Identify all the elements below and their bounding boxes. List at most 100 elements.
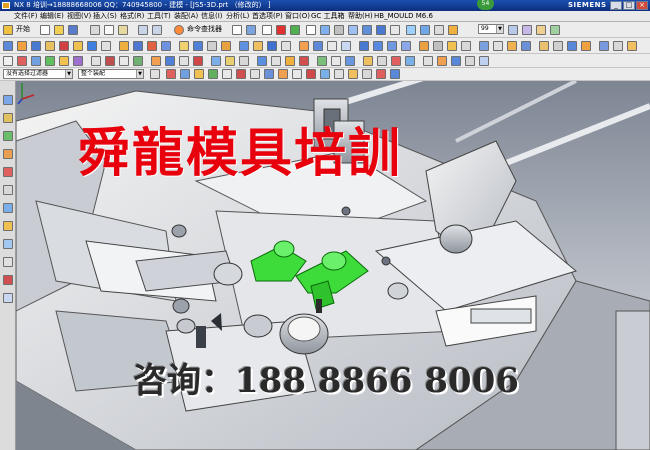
layer-settings-icon[interactable] — [437, 56, 447, 66]
maximize-button[interactable]: □ — [623, 1, 635, 10]
roles-icon[interactable] — [3, 275, 13, 285]
line-icon[interactable] — [17, 56, 27, 66]
block-icon[interactable] — [359, 41, 369, 51]
system-materials-icon[interactable] — [3, 221, 13, 231]
save-icon[interactable] — [68, 25, 78, 35]
system-scenes-icon[interactable] — [3, 293, 13, 303]
datum-axis-icon[interactable] — [225, 56, 235, 66]
start-button[interactable]: 开始 — [16, 24, 30, 34]
snap-arc-center-icon[interactable] — [320, 69, 330, 79]
mold-wizard-icon[interactable] — [599, 41, 609, 51]
render-icon[interactable] — [522, 25, 532, 35]
menu-analysis[interactable]: 分析(L) — [226, 11, 249, 22]
bounding-body-icon[interactable] — [391, 56, 401, 66]
replace-icon[interactable] — [405, 56, 415, 66]
menu-gc-toolbox[interactable]: GC 工具箱 — [311, 11, 345, 22]
show-hide-icon[interactable] — [290, 25, 300, 35]
menu-file[interactable]: 文件(F) — [14, 11, 38, 22]
zoom-icon[interactable] — [306, 25, 316, 35]
constraint-navigator-icon[interactable] — [3, 113, 13, 123]
patch-icon[interactable] — [317, 56, 327, 66]
pocket-icon[interactable] — [73, 41, 83, 51]
process-studio-icon[interactable] — [3, 239, 13, 249]
edge-blend-icon[interactable] — [179, 41, 189, 51]
snap-quadrant-icon[interactable] — [236, 69, 246, 79]
parting-icon[interactable] — [433, 41, 443, 51]
menu-insert[interactable]: 插入(S) — [93, 11, 117, 22]
split-body-icon[interactable] — [345, 56, 355, 66]
sketch-icon[interactable] — [3, 41, 13, 51]
view-icon[interactable] — [508, 25, 518, 35]
section-icon[interactable] — [420, 25, 430, 35]
subtract-icon[interactable] — [133, 41, 143, 51]
hd3d-tools-icon[interactable] — [3, 167, 13, 177]
pattern-icon[interactable] — [239, 41, 249, 51]
light-icon[interactable] — [448, 25, 458, 35]
menu-format[interactable]: 格式(R) — [120, 11, 144, 22]
analysis-icon[interactable] — [550, 25, 560, 35]
menu-hb-mould[interactable]: HB_MOULD M6.6 — [374, 11, 433, 22]
slider-icon[interactable] — [479, 41, 489, 51]
snap-all-icon[interactable] — [362, 69, 372, 79]
select-icon[interactable] — [232, 25, 242, 35]
constraint-icon[interactable] — [193, 56, 203, 66]
command-finder-icon[interactable] — [174, 25, 184, 35]
snap-existing-icon[interactable] — [250, 69, 260, 79]
snap-clear-icon[interactable] — [376, 69, 386, 79]
snap-tangent-icon[interactable] — [334, 69, 344, 79]
hole-icon[interactable] — [45, 41, 55, 51]
new-file-icon[interactable] — [40, 25, 50, 35]
start-icon[interactable] — [3, 25, 13, 35]
more-tools-icon[interactable] — [627, 41, 637, 51]
delete-face-icon[interactable] — [313, 41, 323, 51]
resize-face-icon[interactable] — [327, 41, 337, 51]
snap-control-icon[interactable] — [194, 69, 204, 79]
pocket-tool-icon[interactable] — [581, 41, 591, 51]
layer-icon[interactable] — [276, 25, 286, 35]
history-icon[interactable] — [3, 203, 13, 213]
point-icon[interactable] — [73, 56, 83, 66]
rotate-icon[interactable] — [334, 25, 344, 35]
dimension-icon[interactable] — [179, 56, 189, 66]
minimize-button[interactable]: _ — [610, 1, 622, 10]
offset-face-icon[interactable] — [267, 41, 277, 51]
menu-tools[interactable]: 工具(T) — [147, 11, 171, 22]
menu-assembly[interactable]: 装配(A) — [174, 11, 198, 22]
datum-plane-icon[interactable] — [211, 56, 221, 66]
chamfer-icon[interactable] — [193, 41, 203, 51]
wcs-icon[interactable] — [262, 25, 272, 35]
synchronous-icon[interactable] — [341, 41, 351, 51]
filter-reset-icon[interactable] — [150, 69, 160, 79]
web-browser-icon[interactable] — [3, 185, 13, 195]
core-cavity-icon[interactable] — [447, 41, 457, 51]
view-orient-icon[interactable] — [376, 25, 386, 35]
reuse-library-icon[interactable] — [3, 149, 13, 159]
snap-center-icon[interactable] — [222, 69, 232, 79]
trim-curve-icon[interactable] — [151, 56, 161, 66]
pad-icon[interactable] — [87, 41, 97, 51]
fit-icon[interactable] — [320, 25, 330, 35]
menu-edit[interactable]: 编辑(E) — [40, 11, 64, 22]
zoom-combo[interactable]: 99 ▼ — [478, 24, 504, 34]
selection-scope-dropdown[interactable]: 整个装配 ▼ — [78, 69, 144, 79]
boss-icon[interactable] — [59, 41, 69, 51]
intersection-curve-icon[interactable] — [133, 56, 143, 66]
extend-icon[interactable] — [165, 56, 175, 66]
sphere-icon[interactable] — [401, 41, 411, 51]
menu-help[interactable]: 帮助(H) — [348, 11, 373, 22]
drawing-icon[interactable] — [567, 41, 577, 51]
clip-icon[interactable] — [406, 25, 416, 35]
bom-icon[interactable] — [553, 41, 563, 51]
snap-on-curve-icon[interactable] — [264, 69, 274, 79]
copy-icon[interactable] — [104, 25, 114, 35]
command-finder-button[interactable]: 命令查找器 — [187, 24, 222, 34]
snap-point-icon[interactable] — [348, 69, 358, 79]
cone-icon[interactable] — [387, 41, 397, 51]
cooling-icon[interactable] — [507, 41, 517, 51]
sketch-curve-icon[interactable] — [3, 56, 13, 66]
wireframe-icon[interactable] — [390, 25, 400, 35]
redo-icon[interactable] — [152, 25, 162, 35]
check-geometry-icon[interactable] — [423, 56, 433, 66]
graphics-window[interactable]: 舜龍模具培訓 咨询：188 8866 8006 — [16, 81, 650, 450]
replace-face-icon[interactable] — [299, 41, 309, 51]
